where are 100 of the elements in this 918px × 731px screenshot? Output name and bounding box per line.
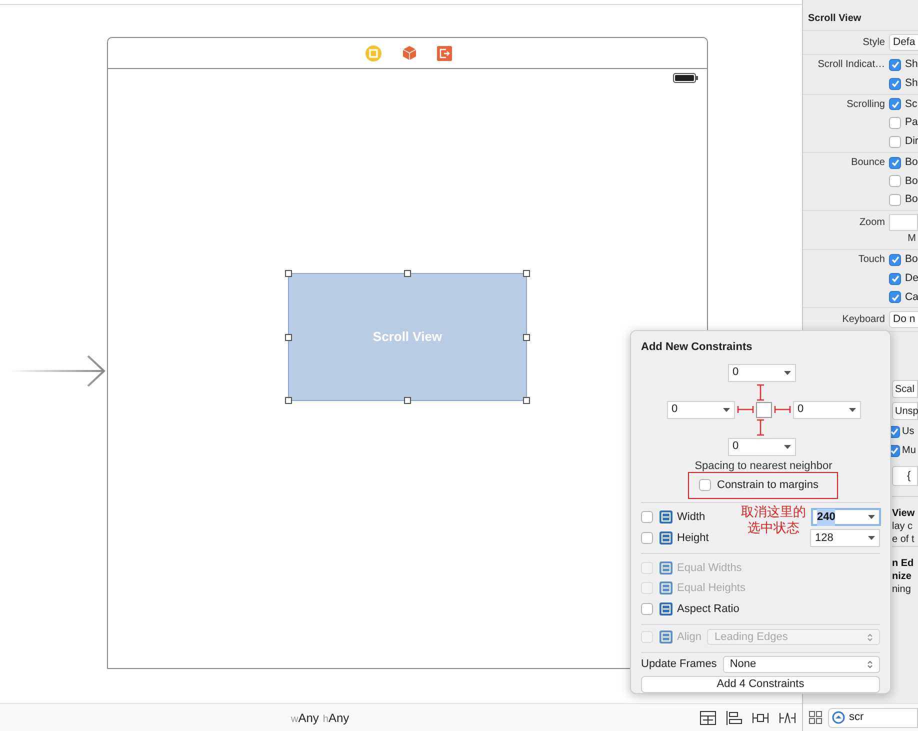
resize-handle[interactable] xyxy=(285,270,292,277)
inspector-select[interactable]: Unsp xyxy=(892,402,918,420)
align-icon[interactable] xyxy=(726,710,742,724)
checkbox-label: Bo xyxy=(905,252,918,267)
constraint-label: Height xyxy=(677,531,709,546)
checkbox-label: Sh xyxy=(905,76,918,91)
size-class-label[interactable]: wAny hAny xyxy=(291,708,350,726)
inspector-checkbox[interactable] xyxy=(889,291,901,304)
checkbox-label: Ca xyxy=(905,290,918,304)
checkbox-label: De xyxy=(905,270,918,286)
resize-handle[interactable] xyxy=(523,397,530,404)
checkbox-label: Pa xyxy=(905,115,918,130)
caret-icon xyxy=(848,408,856,412)
constraint-checkbox[interactable] xyxy=(641,511,653,524)
constraint-checkbox[interactable] xyxy=(641,532,653,544)
align-label: Align xyxy=(677,630,702,645)
inspector-checkbox[interactable] xyxy=(889,117,901,130)
filter-icon xyxy=(832,711,845,724)
caret-icon xyxy=(784,444,790,448)
stepper-icon xyxy=(867,660,873,669)
stepper-icon xyxy=(867,632,873,642)
inspector-button[interactable]: { xyxy=(892,466,918,486)
grid-icon[interactable] xyxy=(809,711,822,724)
stack-icon[interactable] xyxy=(700,710,716,724)
inspector-select[interactable]: Scal xyxy=(892,380,918,398)
spacing-caption: Spacing to nearest neighbor xyxy=(694,460,832,472)
resize-handle[interactable] xyxy=(285,334,292,341)
inspector-checkbox[interactable] xyxy=(889,78,901,90)
constraint-value-field[interactable]: 240 xyxy=(811,508,881,526)
inspector-checkbox[interactable] xyxy=(889,98,901,110)
popover-title: Add New Constraints xyxy=(641,340,754,355)
resolve-icon[interactable] xyxy=(779,710,796,724)
add-constraints-button[interactable]: Add 4 Constraints xyxy=(641,676,880,693)
checkbox-label: Bo xyxy=(905,192,918,208)
inspector-checkbox[interactable] xyxy=(889,136,901,148)
field-caption: M xyxy=(908,232,916,246)
constraint-icon xyxy=(659,510,673,524)
constraint-label: Width xyxy=(677,510,706,526)
constraint-label: Equal Heights xyxy=(677,581,746,596)
inspector-checkbox[interactable] xyxy=(889,272,901,285)
inspector-title: Scroll View xyxy=(808,13,862,24)
section-heading: n Ed xyxy=(892,546,918,570)
constraint-value-field[interactable]: 128 xyxy=(810,529,880,548)
section-text: ning xyxy=(892,583,912,596)
spacing-strut-icon[interactable] xyxy=(756,384,765,400)
spacing-field[interactable]: 0 xyxy=(666,400,734,418)
spacing-field[interactable]: 0 xyxy=(728,438,796,456)
spacing-strut-icon[interactable] xyxy=(756,418,765,436)
resize-handle[interactable] xyxy=(404,397,411,404)
section-text: lay c xyxy=(892,520,914,534)
inspector-checkbox[interactable] xyxy=(889,58,901,71)
margins-checkbox[interactable] xyxy=(699,479,711,492)
constraint-icon xyxy=(659,560,673,575)
resize-handle[interactable] xyxy=(523,270,530,277)
inspector-label: Bounce xyxy=(850,156,885,170)
checkbox-label: Mu xyxy=(902,444,916,458)
inspector-label: Style xyxy=(862,36,885,50)
inspector-select[interactable]: Do n xyxy=(889,311,918,328)
inspector-label: Touch xyxy=(857,253,885,267)
view-square xyxy=(756,402,772,418)
spacing-strut-icon[interactable] xyxy=(774,405,790,414)
checkbox-label: Sc xyxy=(905,96,918,112)
resize-handle[interactable] xyxy=(404,270,411,277)
margins-label: Constrain to margins xyxy=(717,478,818,493)
constraint-icon xyxy=(659,531,673,546)
inspector-label: Keyboard xyxy=(841,313,885,328)
section-heading: nize xyxy=(892,570,912,584)
exit-icon xyxy=(437,46,452,60)
annotation-text: 取消这里的 选中状态 xyxy=(741,504,806,537)
constraint-checkbox[interactable] xyxy=(641,603,653,616)
checkbox-label: Bo xyxy=(905,154,918,170)
spacing-field[interactable]: 0 xyxy=(728,364,796,382)
resize-handle[interactable] xyxy=(523,334,530,341)
caret-icon xyxy=(722,408,730,412)
caret-icon xyxy=(868,536,875,540)
checkbox-label: Us xyxy=(902,425,914,440)
constraint-icon xyxy=(659,602,673,616)
library-search-field[interactable]: scr xyxy=(828,708,918,728)
inspector-select[interactable]: Defa xyxy=(889,34,918,51)
checkbox-label: Sh xyxy=(905,57,918,72)
pin-icon[interactable] xyxy=(752,710,769,724)
section-text: e of t xyxy=(892,533,916,546)
spacing-field[interactable]: 0 xyxy=(792,400,860,418)
inspector-label: Zoom xyxy=(858,216,885,230)
inspector-field[interactable] xyxy=(889,214,918,231)
spacing-strut-icon[interactable] xyxy=(736,405,754,414)
caret-icon xyxy=(784,370,790,374)
section-heading: View xyxy=(892,496,918,520)
constraint-icon xyxy=(659,581,673,596)
resize-handle[interactable] xyxy=(285,397,292,404)
cube-icon xyxy=(402,45,417,61)
inspector-checkbox[interactable] xyxy=(889,194,901,206)
constraint-icon xyxy=(659,630,673,644)
update-frames-select[interactable]: None xyxy=(722,656,880,673)
caret-icon xyxy=(868,515,875,520)
inspector-checkbox[interactable] xyxy=(889,175,901,188)
view-controller-icon xyxy=(365,44,382,62)
battery-icon xyxy=(673,73,698,83)
inspector-checkbox[interactable] xyxy=(889,254,901,266)
inspector-checkbox[interactable] xyxy=(889,156,901,169)
